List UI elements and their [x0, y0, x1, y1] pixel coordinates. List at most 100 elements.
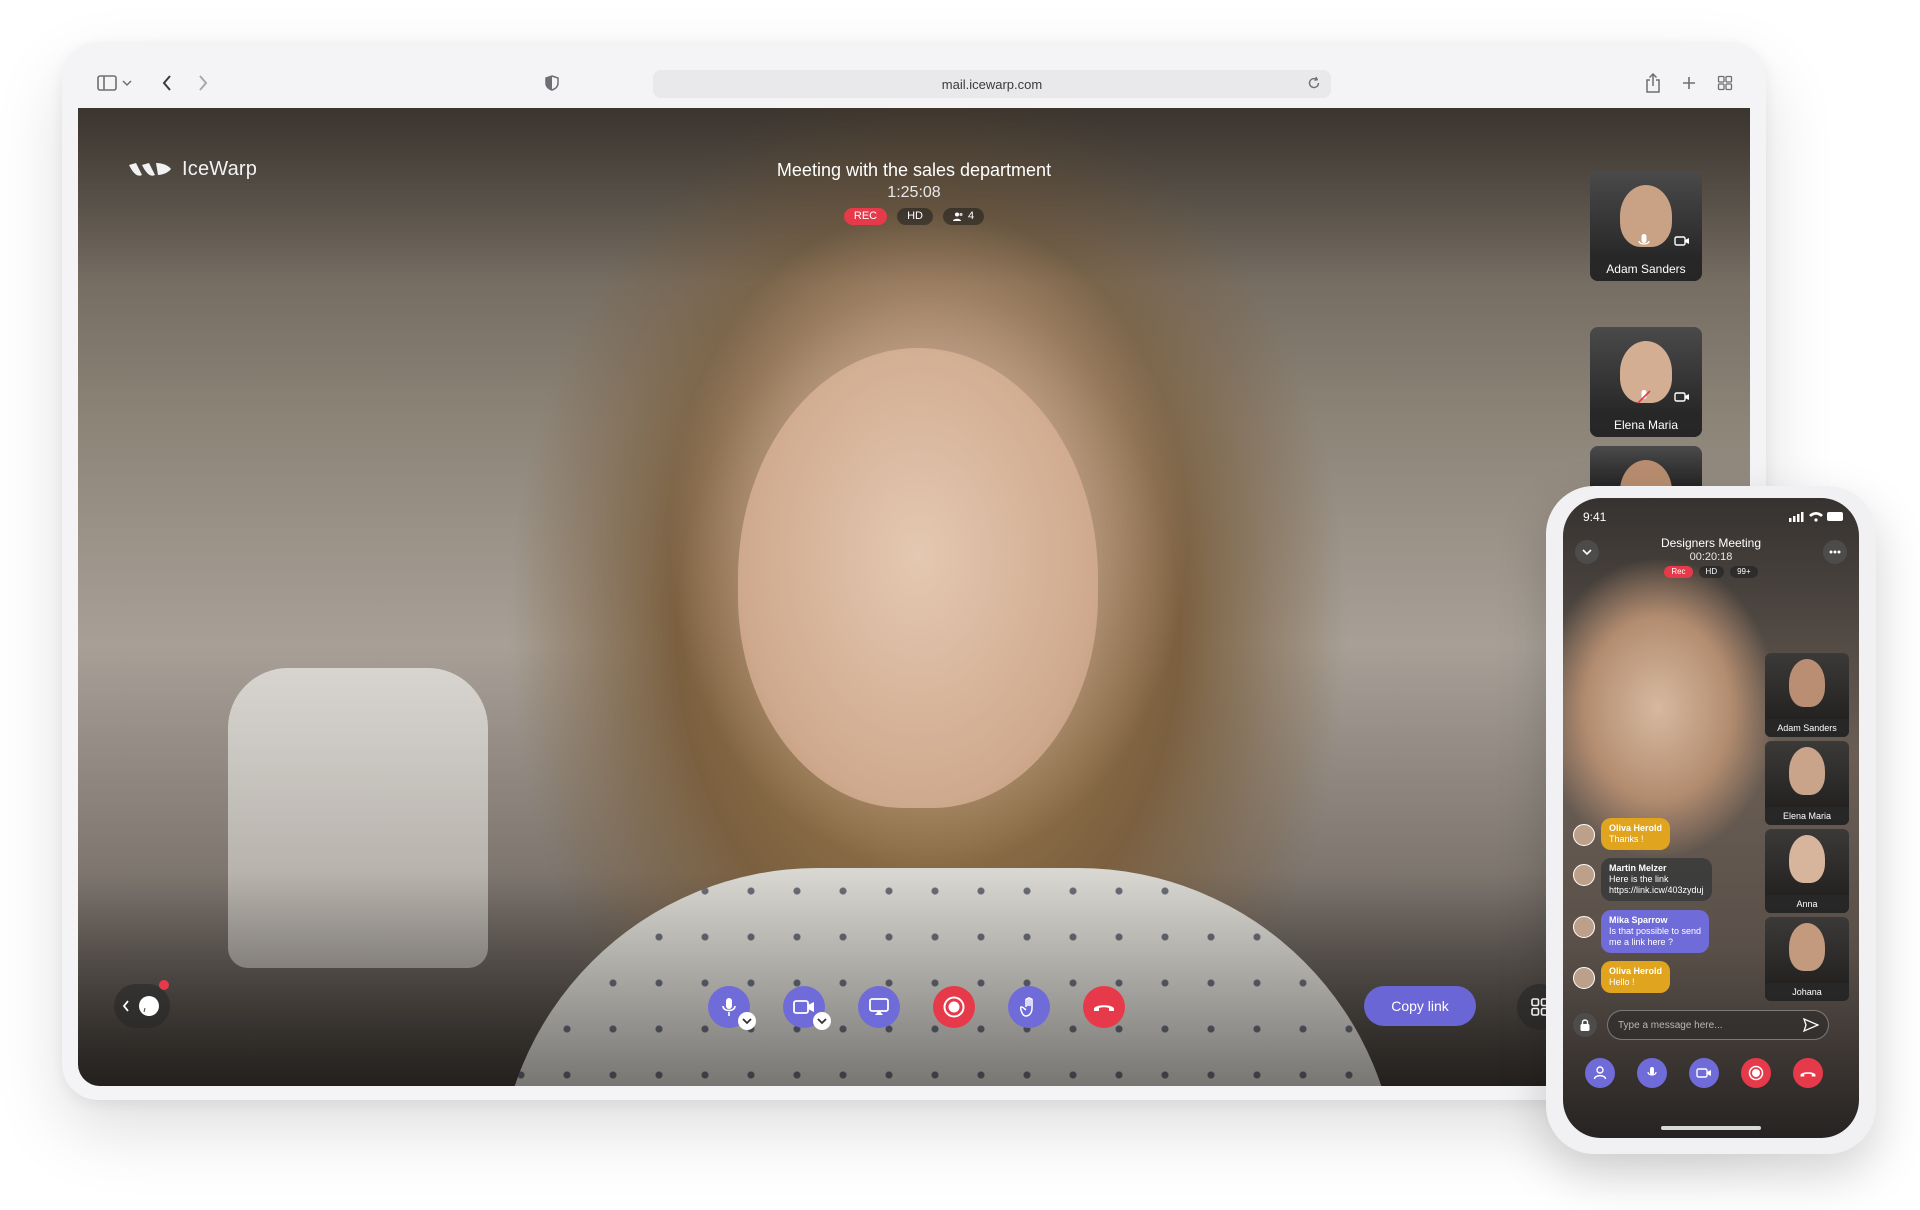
person-icon: [1593, 1066, 1607, 1080]
microphone-icon: [722, 998, 736, 1016]
tab-overview-icon[interactable]: [1714, 72, 1736, 94]
chevron-down-icon[interactable]: [120, 72, 134, 94]
phone-screen: 9:41 Designers Meeting 00:20:18 Rec HD 9…: [1563, 498, 1859, 1138]
message-text-line2: me a link here ?: [1609, 937, 1674, 947]
meeting-title: Meeting with the sales department: [776, 160, 1052, 180]
message-author: Oliva Herold: [1609, 966, 1663, 976]
rec-badge: Rec: [1664, 566, 1693, 578]
participant-tile[interactable]: Adam Sanders: [1590, 171, 1702, 281]
lock-icon: [1580, 1019, 1590, 1031]
avatar: [1573, 864, 1595, 886]
microphone-button[interactable]: [1637, 1058, 1667, 1088]
record-button[interactable]: [1741, 1058, 1771, 1088]
mic-options-button[interactable]: [738, 1012, 756, 1030]
participant-avatar: [1789, 923, 1825, 971]
chat-bubble: Mika Sparrow Is that possible to send me…: [1601, 910, 1710, 953]
chat-message: Oliva Herold Thanks !: [1573, 818, 1671, 850]
avatar: [1573, 916, 1595, 938]
forward-icon[interactable]: [192, 72, 214, 94]
shield-icon[interactable]: [541, 72, 563, 94]
hang-up-icon: [1094, 1005, 1114, 1011]
chat-icon: [139, 996, 159, 1016]
stage: mail.icewarp.com IceWarp Meeting with th…: [0, 0, 1920, 1210]
camera-icon: [793, 1000, 814, 1014]
record-icon: [1748, 1065, 1764, 1081]
microphone-icon: [1638, 234, 1650, 245]
microphone-icon: [1647, 1067, 1657, 1076]
participant-avatar: [1789, 835, 1825, 883]
participant-count-badge: 99+: [1730, 566, 1758, 578]
message-input[interactable]: [1607, 1010, 1829, 1040]
main-video: IceWarp Meeting with the sales departmen…: [78, 108, 1750, 1086]
participant-name: Anna: [1765, 895, 1849, 913]
participant-avatar: [1789, 659, 1825, 707]
chevron-left-icon: [122, 1000, 129, 1012]
participants-button[interactable]: [1585, 1058, 1615, 1088]
sidebar-toggle-icon[interactable]: [96, 72, 118, 94]
message-author: Mika Sparrow: [1609, 915, 1668, 925]
participant-name: Johana: [1765, 983, 1849, 1001]
chevron-down-icon: [742, 1018, 752, 1025]
end-call-button[interactable]: [1793, 1058, 1823, 1088]
participant-name: Elena Maria: [1765, 807, 1849, 825]
url-text: mail.icewarp.com: [941, 76, 1043, 92]
chat-bubble: Oliva Herold Hello !: [1601, 961, 1671, 993]
chat-message: Martin Melzer Here is the link https://l…: [1573, 858, 1712, 901]
screen-share-icon: [869, 998, 889, 1015]
raise-hand-button[interactable]: [1008, 986, 1050, 1028]
participant-avatar: [1789, 747, 1825, 795]
mobile-meeting-timer: 00:20:18: [1689, 551, 1733, 563]
hand-icon: [1020, 997, 1033, 1017]
message-composer: [1573, 1010, 1849, 1040]
message-text: Hello !: [1609, 977, 1635, 987]
message-author: Martin Melzer: [1609, 863, 1667, 873]
camera-icon: [1674, 236, 1689, 246]
lock-button[interactable]: [1573, 1013, 1597, 1037]
avatar: [1573, 824, 1595, 846]
address-bar[interactable]: mail.icewarp.com: [653, 70, 1331, 98]
end-call-button[interactable]: [1083, 986, 1125, 1028]
record-icon: [943, 996, 965, 1018]
hd-badge: HD: [1698, 566, 1725, 578]
participant-name: Adam Sanders: [1765, 719, 1849, 737]
status-icons: [1789, 512, 1843, 522]
message-text: Here is the link: [1609, 874, 1669, 884]
new-tab-icon[interactable]: [1678, 72, 1700, 94]
back-icon[interactable]: [156, 72, 178, 94]
call-controls: Copy link: [78, 980, 1750, 1030]
camera-options-button[interactable]: [813, 1012, 831, 1030]
message-link[interactable]: https://link.icw/403zyduj: [1609, 885, 1704, 896]
reload-icon[interactable]: [1307, 76, 1323, 92]
message-author: Oliva Herold: [1609, 823, 1663, 833]
chat-bubble: Oliva Herold Thanks !: [1601, 818, 1671, 850]
meeting-badges: REC HD 4: [78, 208, 1750, 225]
hang-up-icon: [1800, 1071, 1816, 1076]
meeting-timer: 1:25:08: [887, 184, 941, 201]
video-vignette: [78, 108, 1750, 1086]
chat-bubble: Martin Melzer Here is the link https://l…: [1601, 858, 1712, 901]
send-icon[interactable]: [1803, 1017, 1819, 1033]
chat-toggle-button[interactable]: [114, 984, 170, 1028]
camera-icon: [1674, 392, 1689, 402]
share-icon[interactable]: [1642, 72, 1664, 94]
participant-tile[interactable]: Johana: [1765, 917, 1849, 1001]
camera-icon: [1696, 1068, 1711, 1078]
people-icon: [953, 212, 963, 221]
camera-button[interactable]: [1689, 1058, 1719, 1088]
participant-tile[interactable]: Elena Maria: [1590, 327, 1702, 437]
record-button[interactable]: [933, 986, 975, 1028]
participant-count: 4: [968, 210, 975, 222]
message-text: Is that possible to send: [1609, 926, 1702, 936]
copy-link-button[interactable]: Copy link: [1364, 986, 1476, 1026]
participant-tile[interactable]: Anna: [1765, 829, 1849, 913]
chevron-down-icon: [817, 1018, 827, 1025]
avatar: [1573, 967, 1595, 989]
participant-tile[interactable]: Adam Sanders: [1765, 653, 1849, 737]
browser-toolbar: mail.icewarp.com: [78, 58, 1750, 108]
participant-tile[interactable]: Elena Maria: [1765, 741, 1849, 825]
status-time: 9:41: [1583, 510, 1607, 524]
screen-share-button[interactable]: [858, 986, 900, 1028]
hd-badge: HD: [897, 208, 933, 225]
participant-name: Elena Maria: [1590, 413, 1702, 437]
home-indicator: [1661, 1126, 1761, 1130]
